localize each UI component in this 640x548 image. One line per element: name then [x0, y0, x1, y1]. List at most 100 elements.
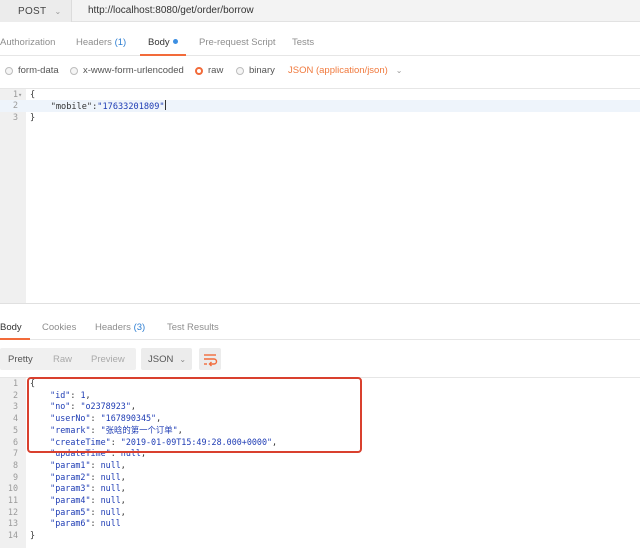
code-text: "param4": null, [30, 495, 126, 507]
line-number: 9 [12, 471, 18, 482]
radio-binary[interactable]: binary [236, 65, 275, 76]
response-line: 10 "param3": null, [0, 483, 640, 495]
response-line: 13 "param6": null [0, 518, 640, 530]
tab-label: Cookies [42, 322, 77, 333]
json-key: "param6" [50, 518, 91, 529]
json-value: null [100, 459, 121, 470]
json-comma: , [120, 459, 126, 470]
radio-raw[interactable]: raw [195, 65, 223, 76]
json-colon: : [90, 506, 101, 517]
tab-test-results[interactable]: Test Results [167, 322, 219, 333]
tab-headers[interactable]: Headers (1) [76, 37, 126, 48]
json-key: "mobile" [50, 102, 93, 112]
wrap-lines-button[interactable] [199, 348, 221, 370]
request-body-editor[interactable]: 1 ▾ { 2 "mobile":"17633201809" 3 } [0, 88, 640, 304]
line-number: 4 [12, 413, 18, 424]
tab-pre-request-script[interactable]: Pre-request Script [199, 37, 276, 48]
radio-form-data[interactable]: form-data [5, 65, 59, 76]
radio-x-www-form-urlencoded[interactable]: x-www-form-urlencoded [70, 65, 184, 76]
method-select[interactable]: POST ⌄ [0, 0, 72, 22]
tab-label: Body [0, 322, 22, 333]
json-colon: : [90, 518, 101, 529]
json-key: "param4" [50, 495, 91, 505]
url-bar: POST ⌄ http://localhost:8080/get/order/b… [0, 0, 640, 22]
json-comma: , [120, 471, 126, 482]
json-comma: , [120, 506, 126, 517]
tab-label: Pre-request Script [199, 37, 276, 48]
content-type-select[interactable]: JSON (application/json) ⌄ [288, 65, 403, 76]
line-number: 2 [12, 101, 18, 111]
modified-dot-icon [172, 39, 178, 44]
tab-authorization[interactable]: Authorization [0, 37, 55, 48]
content-type-label: JSON (application/json) [288, 65, 388, 76]
line-number: 14 [7, 530, 18, 541]
request-tabs: Authorization Headers (1) Body Pre-reque… [0, 30, 640, 56]
line-number: 13 [7, 518, 18, 529]
text-cursor [164, 100, 166, 110]
code-line: 3 } [0, 112, 640, 124]
view-mode-pretty[interactable]: Pretty [8, 354, 33, 365]
format-select[interactable]: JSON ⌄ [141, 348, 192, 370]
radio-circle-icon [70, 66, 78, 75]
line-number: 3 [12, 401, 18, 412]
json-colon: : [90, 483, 101, 494]
response-line: 9 "param2": null, [0, 472, 640, 484]
tab-label: Headers [76, 37, 112, 48]
headers-count-badge: (3) [133, 322, 146, 333]
tab-label: Body [148, 37, 170, 48]
tab-tests[interactable]: Tests [292, 37, 314, 48]
radio-circle-icon [5, 66, 13, 75]
view-mode-segmented-control: Pretty Raw Preview [0, 348, 136, 370]
line-number: 3 [12, 113, 18, 123]
response-tabs: Body Cookies Headers (3) Test Results [0, 312, 640, 340]
json-key: "param2" [50, 471, 91, 482]
code-text: "param5": null, [30, 507, 126, 519]
response-toolbar: Pretty Raw Preview JSON ⌄ [0, 346, 640, 372]
line-number: 8 [12, 459, 18, 470]
radio-label: raw [208, 65, 224, 76]
radio-selected-icon [195, 66, 203, 75]
radio-label: form-data [18, 65, 59, 76]
tab-response-body[interactable]: Body [0, 322, 22, 333]
method-label: POST [18, 5, 47, 17]
code-text: "param6": null [30, 518, 121, 530]
json-comma: , [120, 483, 126, 494]
json-colon: : [90, 471, 101, 482]
response-line: 8 "param1": null, [0, 460, 640, 472]
view-mode-preview[interactable]: Preview [91, 354, 125, 365]
tab-response-headers[interactable]: Headers (3) [95, 322, 145, 333]
line-number: 12 [7, 506, 18, 517]
tab-body[interactable]: Body [148, 37, 178, 48]
code-text: "param2": null, [30, 472, 126, 484]
json-key: "param3" [50, 483, 91, 494]
active-tab-indicator [140, 54, 186, 56]
json-key: "param5" [50, 506, 91, 517]
json-string-value: "17633201809" [97, 102, 165, 112]
code-text: "param3": null, [30, 483, 126, 495]
code-line-active: 2 "mobile":"17633201809" [0, 100, 640, 112]
line-number: 7 [12, 448, 18, 459]
tab-cookies[interactable]: Cookies [42, 322, 76, 333]
line-number: 2 [12, 389, 18, 400]
chevron-down-icon: ⌄ [395, 66, 403, 75]
json-value: null [100, 471, 121, 482]
json-comma: , [120, 495, 126, 505]
active-tab-indicator [0, 338, 30, 340]
body-type-options: form-data x-www-form-urlencoded raw bina… [0, 58, 640, 82]
code-text: } [30, 530, 35, 542]
json-colon: : [90, 495, 101, 505]
radio-label: binary [249, 65, 275, 76]
response-line: 12 "param5": null, [0, 507, 640, 519]
code-text: } [30, 113, 36, 123]
view-mode-raw[interactable]: Raw [53, 354, 72, 365]
json-brace: } [30, 530, 36, 541]
json-colon: : [90, 459, 101, 470]
json-value: null [100, 506, 121, 517]
url-input[interactable]: http://localhost:8080/get/order/borrow [88, 5, 254, 16]
